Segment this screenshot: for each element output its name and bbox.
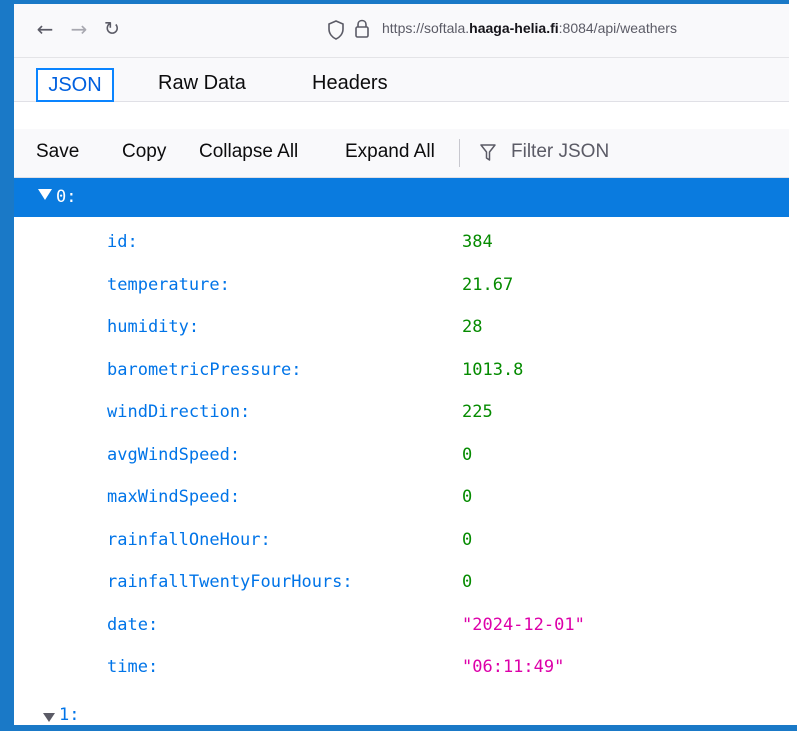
- json-key: date:: [107, 614, 159, 635]
- json-key: maxWindSpeed:: [107, 487, 241, 507]
- tab-raw-data[interactable]: Raw Data: [152, 68, 252, 102]
- json-item-0-label: 0:: [56, 187, 77, 207]
- json-property-row[interactable]: barometricPressure: 1013.8: [14, 350, 789, 390]
- tab-headers[interactable]: Headers: [306, 68, 394, 102]
- url-suffix: :8084/api/weathers: [558, 20, 677, 36]
- expanded-twisty-icon[interactable]: [38, 189, 52, 200]
- tab-json[interactable]: JSON: [36, 68, 114, 102]
- json-key: humidity:: [107, 317, 200, 337]
- window-frame-bottom: [0, 725, 797, 731]
- forward-arrow-icon[interactable]: →: [68, 18, 90, 40]
- json-key: rainfallOneHour:: [107, 529, 271, 550]
- json-key: avgWindSpeed:: [107, 444, 241, 465]
- json-property-row[interactable]: avgWindSpeed: 0: [14, 435, 789, 475]
- json-item-0-row[interactable]: 0:: [14, 178, 789, 217]
- json-value: 0: [462, 572, 473, 592]
- lock-icon[interactable]: [354, 19, 370, 39]
- save-button[interactable]: Save: [36, 141, 79, 163]
- back-arrow-icon[interactable]: ←: [34, 18, 56, 40]
- json-value: 28: [462, 317, 483, 337]
- json-property-row[interactable]: humidity: 28: [14, 307, 789, 347]
- json-item-1-label: 1:: [59, 705, 80, 725]
- viewer-tabs: JSON Raw Data Headers: [14, 58, 789, 102]
- browser-content: ← → ↻ https://softala.haaga-helia.fi:808…: [14, 4, 789, 725]
- window-frame-left: [0, 0, 14, 731]
- json-property-row[interactable]: time: "06:11:49": [14, 647, 789, 687]
- url-prefix: https://softala.: [382, 20, 470, 36]
- json-key: windDirection:: [107, 402, 251, 422]
- shield-icon[interactable]: [327, 20, 345, 40]
- json-item-1-row[interactable]: 1:: [14, 701, 789, 725]
- json-value: 0: [462, 529, 473, 550]
- json-property-row[interactable]: windDirection: 225: [14, 392, 789, 432]
- collapse-all-button[interactable]: Collapse All: [199, 141, 298, 163]
- json-key: id:: [107, 232, 138, 252]
- json-property-row[interactable]: id: 384: [14, 222, 789, 262]
- filter-icon: [480, 144, 496, 161]
- url-domain: haaga-helia.fi: [469, 20, 559, 36]
- json-toolbar: Save Copy Collapse All Expand All Filter…: [14, 102, 789, 178]
- expanded-twisty-icon[interactable]: [43, 713, 55, 722]
- expand-all-button[interactable]: Expand All: [345, 141, 435, 163]
- filter-json-input[interactable]: Filter JSON: [511, 141, 609, 163]
- json-property-row[interactable]: rainfallTwentyFourHours: 0: [14, 562, 789, 602]
- json-value: "06:11:49": [462, 657, 565, 677]
- copy-button[interactable]: Copy: [122, 141, 166, 163]
- json-value: 0: [462, 444, 473, 465]
- json-property-row[interactable]: date: "2024-12-01": [14, 605, 789, 645]
- reload-icon[interactable]: ↻: [101, 18, 123, 40]
- json-value: 225: [462, 402, 493, 422]
- json-property-row[interactable]: maxWindSpeed: 0: [14, 477, 789, 517]
- json-property-row[interactable]: rainfallOneHour: 0: [14, 520, 789, 560]
- window-frame-right: [789, 0, 797, 731]
- json-key: time:: [107, 657, 159, 677]
- json-value: 384: [462, 232, 493, 252]
- json-property-row[interactable]: temperature: 21.67: [14, 265, 789, 305]
- json-key: barometricPressure:: [107, 359, 302, 380]
- json-value: "2024-12-01": [462, 614, 585, 635]
- url-field[interactable]: https://softala.haaga-helia.fi:8084/api/…: [382, 20, 677, 36]
- json-value: 1013.8: [462, 359, 524, 380]
- toolbar-divider: [459, 139, 460, 167]
- json-key: rainfallTwentyFourHours:: [107, 572, 353, 592]
- json-value: 0: [462, 487, 473, 507]
- address-bar: ← → ↻ https://softala.haaga-helia.fi:808…: [14, 4, 789, 58]
- json-value: 21.67: [462, 274, 514, 295]
- json-key: temperature:: [107, 274, 230, 295]
